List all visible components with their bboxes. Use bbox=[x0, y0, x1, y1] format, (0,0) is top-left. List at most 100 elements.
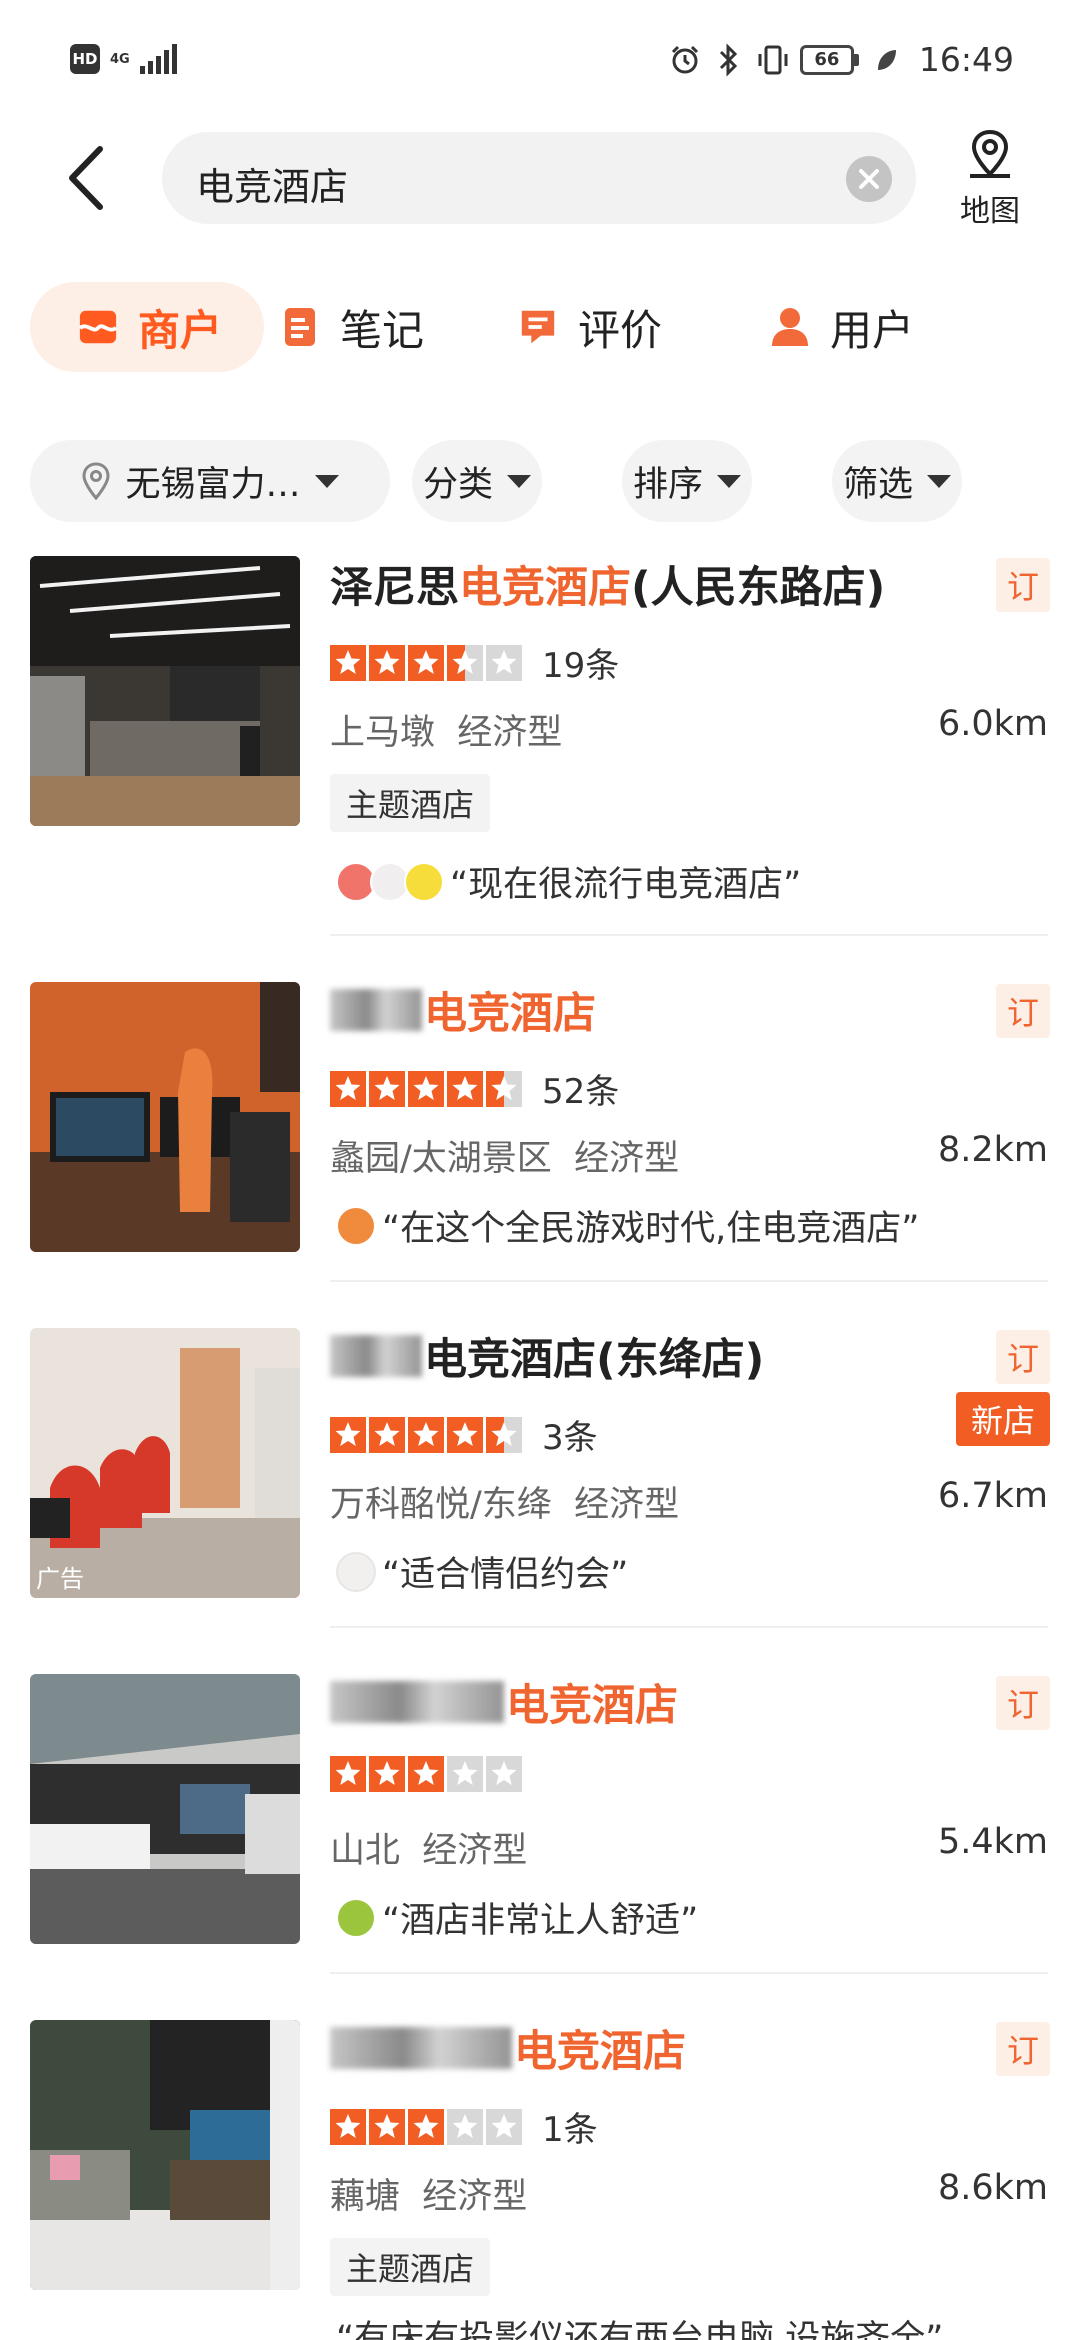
listing-card[interactable]: 广告 电竞酒店(东绛店) 订 新店 3条 万科酩悦/东绛 经济型 6.7km “… bbox=[0, 1328, 1080, 1628]
distance: 8.6km bbox=[937, 2168, 1048, 2208]
divider bbox=[330, 1972, 1048, 1974]
blurred-name bbox=[330, 1681, 504, 1723]
screen-filter[interactable]: 筛选 bbox=[832, 440, 962, 522]
star-rating bbox=[330, 1756, 522, 1792]
listing-card[interactable]: 电竞酒店 订 山北 经济型 5.4km “酒店非常让人舒适” bbox=[0, 1674, 1080, 1974]
listing-card[interactable]: 电竞酒店 订 52条 蠡园/太湖景区 经济型 8.2km “在这个全民游戏时代,… bbox=[0, 982, 1080, 1282]
category: 经济型 bbox=[574, 1485, 680, 1525]
listing-meta: 山北 经济型 bbox=[330, 1822, 527, 1873]
quote-text: “适合情侣约会” bbox=[382, 1555, 629, 1595]
quote-text: “有床有投影仪还有两台电脑,设施齐全” bbox=[336, 2319, 944, 2340]
listing-meta: 上马墩 经济型 bbox=[330, 704, 562, 755]
back-button[interactable] bbox=[56, 142, 116, 214]
category-filter[interactable]: 分类 bbox=[412, 440, 542, 522]
star-icon bbox=[408, 644, 444, 681]
book-badge[interactable]: 订 bbox=[996, 1676, 1050, 1730]
result-type-tabs: 商户 笔记 评价 用户 bbox=[30, 282, 1060, 372]
star-rating bbox=[330, 2108, 522, 2145]
search-input[interactable]: 电竞酒店 bbox=[162, 132, 916, 224]
distance: 6.7km bbox=[937, 1476, 1048, 1516]
note-icon bbox=[280, 307, 320, 347]
reviewer-avatars bbox=[336, 1205, 376, 1246]
tab-users[interactable]: 用户 bbox=[770, 282, 914, 372]
divider bbox=[330, 1280, 1048, 1282]
tab-label: 评价 bbox=[578, 305, 663, 355]
listing-card[interactable]: 泽尼思 电竞酒店 (人民东路店) 订 19条 上马墩 经济型 6.0km 主题酒店 … bbox=[0, 556, 1080, 936]
tab-notes[interactable]: 笔记 bbox=[280, 282, 424, 372]
category: 经济型 bbox=[422, 1831, 528, 1871]
title-highlight: 电竞酒店 bbox=[424, 989, 596, 1039]
sort-filter[interactable]: 排序 bbox=[622, 440, 752, 522]
filter-label: 无锡富力… bbox=[125, 464, 301, 505]
review-snippet: “现在很流行电竞酒店” bbox=[336, 856, 801, 907]
star-icon bbox=[447, 644, 483, 681]
listing-card[interactable]: 电竞酒店 订 1条 藕塘 经济型 8.6km 主题酒店 “有床有投影仪还有两台电… bbox=[0, 2020, 1080, 2340]
search-query: 电竞酒店 bbox=[196, 165, 349, 209]
tab-label: 商户 bbox=[138, 305, 223, 355]
book-badge[interactable]: 订 bbox=[996, 558, 1050, 612]
listing-photo: 广告 bbox=[30, 1328, 300, 1598]
rating: 1条 bbox=[330, 2102, 598, 2151]
star-icon bbox=[447, 2108, 483, 2145]
star-icon bbox=[447, 1756, 483, 1792]
review-count: 52条 bbox=[542, 1072, 620, 1112]
star-icon bbox=[330, 644, 366, 681]
review-count: 3条 bbox=[542, 1418, 598, 1458]
review-icon bbox=[518, 307, 558, 347]
tag: 主题酒店 bbox=[330, 2238, 491, 2296]
star-icon bbox=[369, 644, 405, 681]
star-icon bbox=[369, 2108, 405, 2145]
battery-level: 66 bbox=[799, 44, 854, 75]
category: 经济型 bbox=[574, 1139, 680, 1179]
status-bar: HD 4G 66 16:49 bbox=[0, 0, 1080, 120]
blurred-name bbox=[330, 1335, 422, 1377]
reviewer-avatars bbox=[336, 1897, 376, 1938]
star-icon bbox=[330, 1756, 366, 1792]
listing-photo bbox=[30, 556, 300, 826]
blurred-name bbox=[330, 989, 422, 1031]
review-snippet: “酒店非常让人舒适” bbox=[336, 1892, 698, 1943]
tab-label: 用户 bbox=[830, 305, 915, 355]
tab-reviews[interactable]: 评价 bbox=[518, 282, 662, 372]
divider bbox=[330, 1626, 1048, 1628]
status-left: HD 4G bbox=[70, 44, 177, 74]
book-badge[interactable]: 订 bbox=[996, 1330, 1050, 1384]
star-icon bbox=[330, 2108, 366, 2145]
hd-icon: HD bbox=[70, 44, 100, 74]
title-prefix: 泽尼思 bbox=[330, 563, 459, 613]
listing-photo bbox=[30, 982, 300, 1252]
signal-icon bbox=[139, 44, 177, 74]
review-count: 19条 bbox=[542, 646, 620, 686]
star-icon bbox=[369, 1416, 405, 1453]
location-filter[interactable]: 无锡富力… bbox=[30, 440, 390, 522]
tab-shops[interactable]: 商户 bbox=[30, 282, 265, 372]
map-label: 地图 bbox=[960, 194, 1020, 229]
rating bbox=[330, 1756, 522, 1792]
listing-title: 电竞酒店 bbox=[330, 982, 596, 1039]
distance: 6.0km bbox=[937, 704, 1048, 744]
book-badge[interactable]: 订 bbox=[996, 2022, 1050, 2076]
map-button[interactable]: 地图 bbox=[950, 128, 1030, 229]
star-icon bbox=[369, 1070, 405, 1107]
area: 藕塘 bbox=[330, 2177, 401, 2217]
star-rating bbox=[330, 1070, 522, 1107]
listing-title: 电竞酒店 bbox=[330, 1674, 678, 1731]
star-icon bbox=[408, 1070, 444, 1107]
ad-label: 广告 bbox=[36, 1565, 84, 1593]
listing-meta: 万科酩悦/东绛 经济型 bbox=[330, 1476, 679, 1527]
area: 万科酩悦/东绛 bbox=[330, 1485, 552, 1525]
caret-down-icon bbox=[314, 474, 339, 488]
back-arrow-icon bbox=[69, 146, 103, 210]
quote-text: “在这个全民游戏时代,住电竞酒店” bbox=[382, 1209, 920, 1249]
distance: 8.2km bbox=[937, 1130, 1048, 1170]
location-pin-icon bbox=[82, 462, 110, 500]
star-icon bbox=[330, 1070, 366, 1107]
filter-label: 筛选 bbox=[842, 464, 913, 505]
book-badge[interactable]: 订 bbox=[996, 984, 1050, 1038]
listing-photo bbox=[30, 2020, 300, 2290]
area: 蠡园/太湖景区 bbox=[330, 1139, 552, 1179]
star-icon bbox=[369, 1756, 405, 1792]
battery-icon: 66 bbox=[799, 44, 859, 75]
clear-search-button[interactable] bbox=[846, 156, 892, 202]
review-snippet: “有床有投影仪还有两台电脑,设施齐全” bbox=[336, 2310, 943, 2340]
